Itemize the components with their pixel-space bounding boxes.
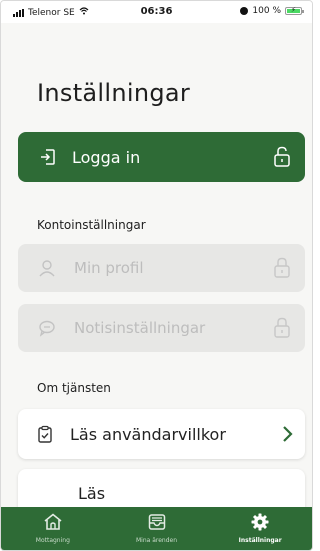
- tab-mina-arenden-label: Mina ärenden: [135, 537, 178, 544]
- person-icon: [39, 260, 55, 277]
- tab-mottagning-label: Mottagning: [35, 537, 70, 544]
- notification-settings-item: Notisinställningar: [18, 304, 305, 352]
- my-profile-label: Min profil: [74, 259, 144, 277]
- inbox-tray-icon: [148, 514, 165, 530]
- terms-label: Läs användarvillkor: [70, 424, 226, 444]
- do-not-disturb-icon: [240, 7, 249, 15]
- notification-settings-label: Notisinställningar: [74, 319, 206, 337]
- tab-mottagning[interactable]: Mottagning: [1, 507, 105, 550]
- status-right: 100 % ⚡: [240, 6, 304, 16]
- tab-installningar-label: Inställningar: [238, 537, 282, 544]
- battery-icon: ⚡: [285, 6, 304, 15]
- status-bar: Telenor SE 06:36 100 % ⚡: [1, 1, 312, 23]
- unlock-icon: [274, 146, 290, 167]
- tab-installningar[interactable]: Inställningar: [208, 507, 312, 550]
- login-icon: [41, 149, 55, 165]
- house-icon: [44, 513, 62, 530]
- lock-icon: [274, 257, 290, 278]
- section-heading-service: Om tjänsten: [37, 381, 111, 395]
- section-heading-account: Kontoinställningar: [37, 218, 146, 232]
- tab-bar: Mottagning Mina ärenden Inställningar: [1, 507, 312, 550]
- phone-screen: Telenor SE 06:36 100 % ⚡ Inställningar L…: [0, 0, 313, 551]
- page-title: Inställningar: [37, 79, 191, 107]
- battery-percent: 100 %: [252, 6, 281, 16]
- settings-content: Inställningar Logga in Kontoinställninga…: [1, 23, 312, 519]
- login-label: Logga in: [72, 147, 141, 167]
- chat-bubble-icon: [39, 320, 55, 337]
- read-label: Läs: [78, 484, 106, 503]
- gear-icon: [251, 513, 269, 531]
- my-profile-item: Min profil: [18, 244, 305, 292]
- clipboard-check-icon: [38, 425, 52, 443]
- terms-item[interactable]: Läs användarvillkor: [18, 409, 305, 459]
- tab-mina-arenden[interactable]: Mina ärenden: [105, 507, 209, 550]
- login-button[interactable]: Logga in: [18, 132, 305, 182]
- lock-icon: [274, 317, 290, 338]
- chevron-right-icon: [283, 426, 293, 442]
